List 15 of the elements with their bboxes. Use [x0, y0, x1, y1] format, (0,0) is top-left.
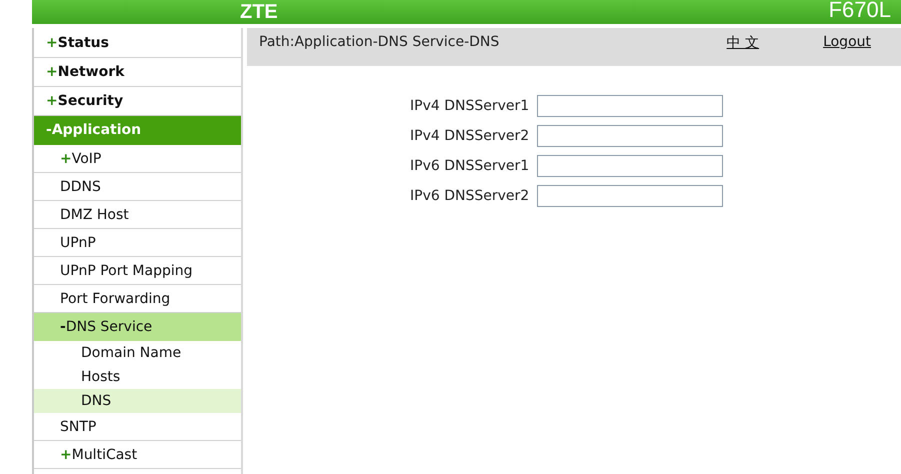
- logo: ZTE: [240, 1, 278, 23]
- menu-item[interactable]: -DNS Service: [34, 313, 241, 341]
- model-name: F670L: [828, 0, 891, 21]
- menu-item[interactable]: DNS: [34, 389, 241, 413]
- field-label: IPv4 DNSServer2: [410, 128, 530, 144]
- language-link[interactable]: 中 文: [726, 34, 760, 52]
- input-field[interactable]: [537, 95, 724, 117]
- field-label: IPv6 DNSServer1: [410, 158, 530, 174]
- logout-link[interactable]: Logout: [823, 34, 871, 50]
- input-field[interactable]: [537, 155, 724, 177]
- field-label: IPv6 DNSServer2: [410, 188, 530, 204]
- input-field[interactable]: [537, 185, 724, 207]
- path-text: Path:Application-DNS Service-DNS: [259, 34, 500, 50]
- field-label: IPv4 DNSServer1: [410, 98, 530, 114]
- input-field[interactable]: [537, 125, 724, 147]
